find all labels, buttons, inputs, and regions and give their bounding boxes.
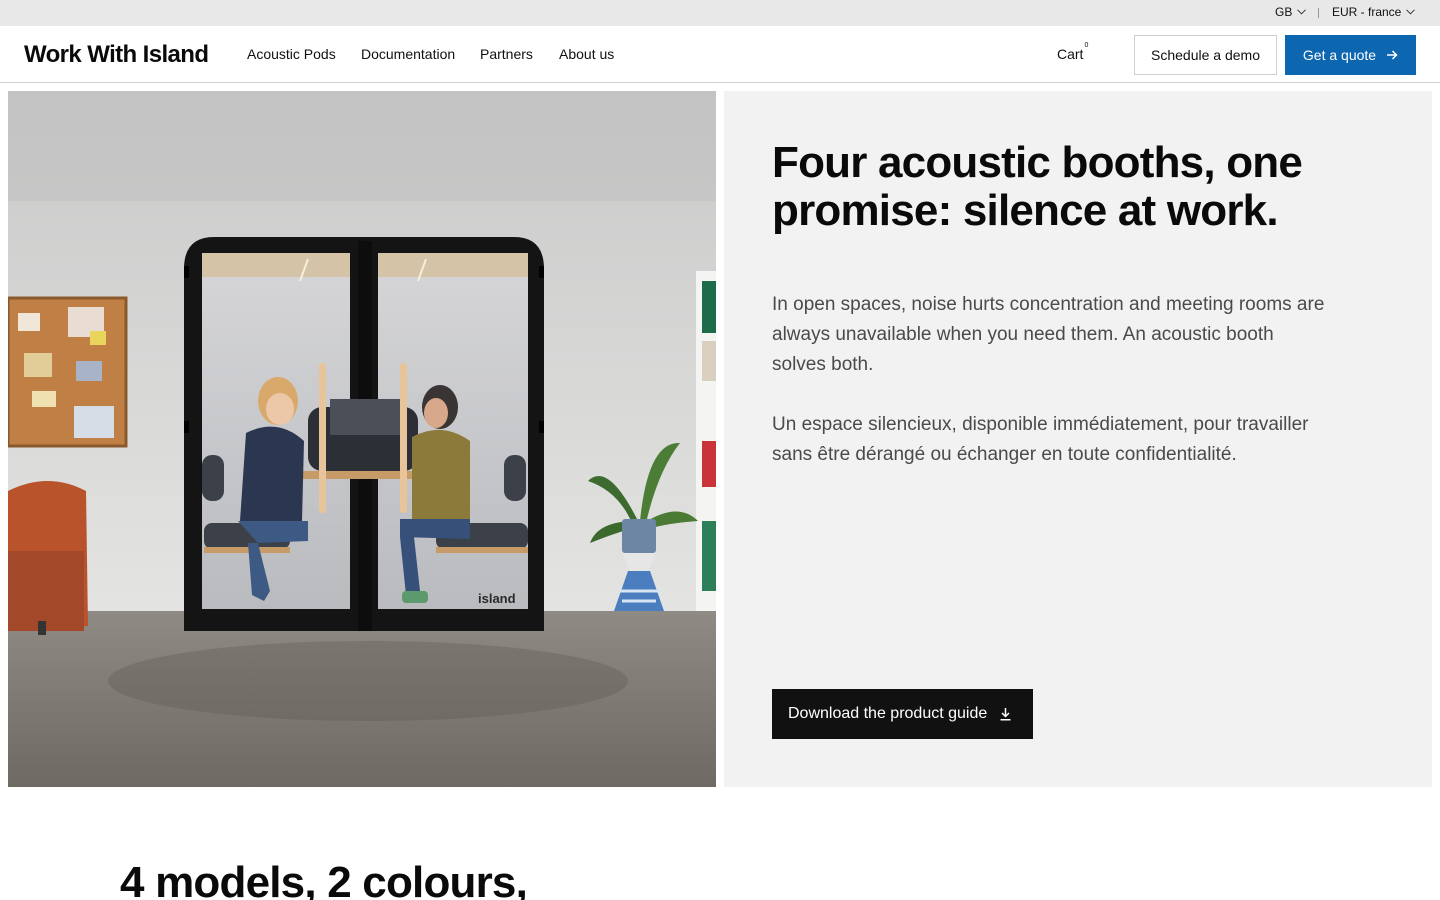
get-quote-button[interactable]: Get a quote xyxy=(1285,35,1416,75)
utility-bar: GB EUR - france xyxy=(0,0,1440,26)
hero-image: island xyxy=(8,91,716,787)
pod-brand-mark: island xyxy=(478,591,516,606)
language-label: GB xyxy=(1275,5,1293,19)
chevron-down-icon xyxy=(1297,9,1307,15)
cart-count: 0 xyxy=(1084,42,1089,50)
download-icon xyxy=(1000,708,1011,721)
nav-documentation[interactable]: Documentation xyxy=(361,46,455,62)
nav-acoustic-pods[interactable]: Acoustic Pods xyxy=(247,46,336,62)
schedule-demo-button[interactable]: Schedule a demo xyxy=(1134,35,1277,75)
currency-label: EUR - france xyxy=(1332,5,1402,19)
schedule-demo-label: Schedule a demo xyxy=(1151,47,1260,63)
nav-about-us[interactable]: About us xyxy=(559,46,614,62)
cart-link[interactable]: Cart0 xyxy=(1057,42,1088,62)
acoustic-pod-photo: island xyxy=(8,91,716,787)
site-header: Work With Island Acoustic Pods Documenta… xyxy=(0,26,1440,83)
currency-selector[interactable]: EUR - france xyxy=(1332,5,1416,19)
site-logo[interactable]: Work With Island xyxy=(24,41,209,69)
chevron-down-icon xyxy=(1406,9,1416,15)
language-selector[interactable]: GB xyxy=(1275,5,1307,19)
nav-partners[interactable]: Partners xyxy=(480,46,533,62)
models-section-title: 4 models, 2 colours, xyxy=(120,858,528,900)
divider xyxy=(1318,8,1319,18)
download-guide-label: Download the product guide xyxy=(788,705,988,722)
hero-paragraph-en: In open spaces, noise hurts concentratio… xyxy=(772,294,1325,375)
hero-title: Four acoustic booths, one promise: silen… xyxy=(772,138,1303,235)
download-guide-button[interactable]: Download the product guide xyxy=(772,689,1033,739)
get-quote-label: Get a quote xyxy=(1302,47,1377,63)
cart-label: Cart xyxy=(1057,46,1084,62)
hero-paragraph-fr: Un espace silencieux, disponible immédia… xyxy=(772,414,1309,465)
hero-panel: Four acoustic booths, one promise: silen… xyxy=(724,91,1432,787)
arrow-right-icon xyxy=(1387,50,1398,60)
